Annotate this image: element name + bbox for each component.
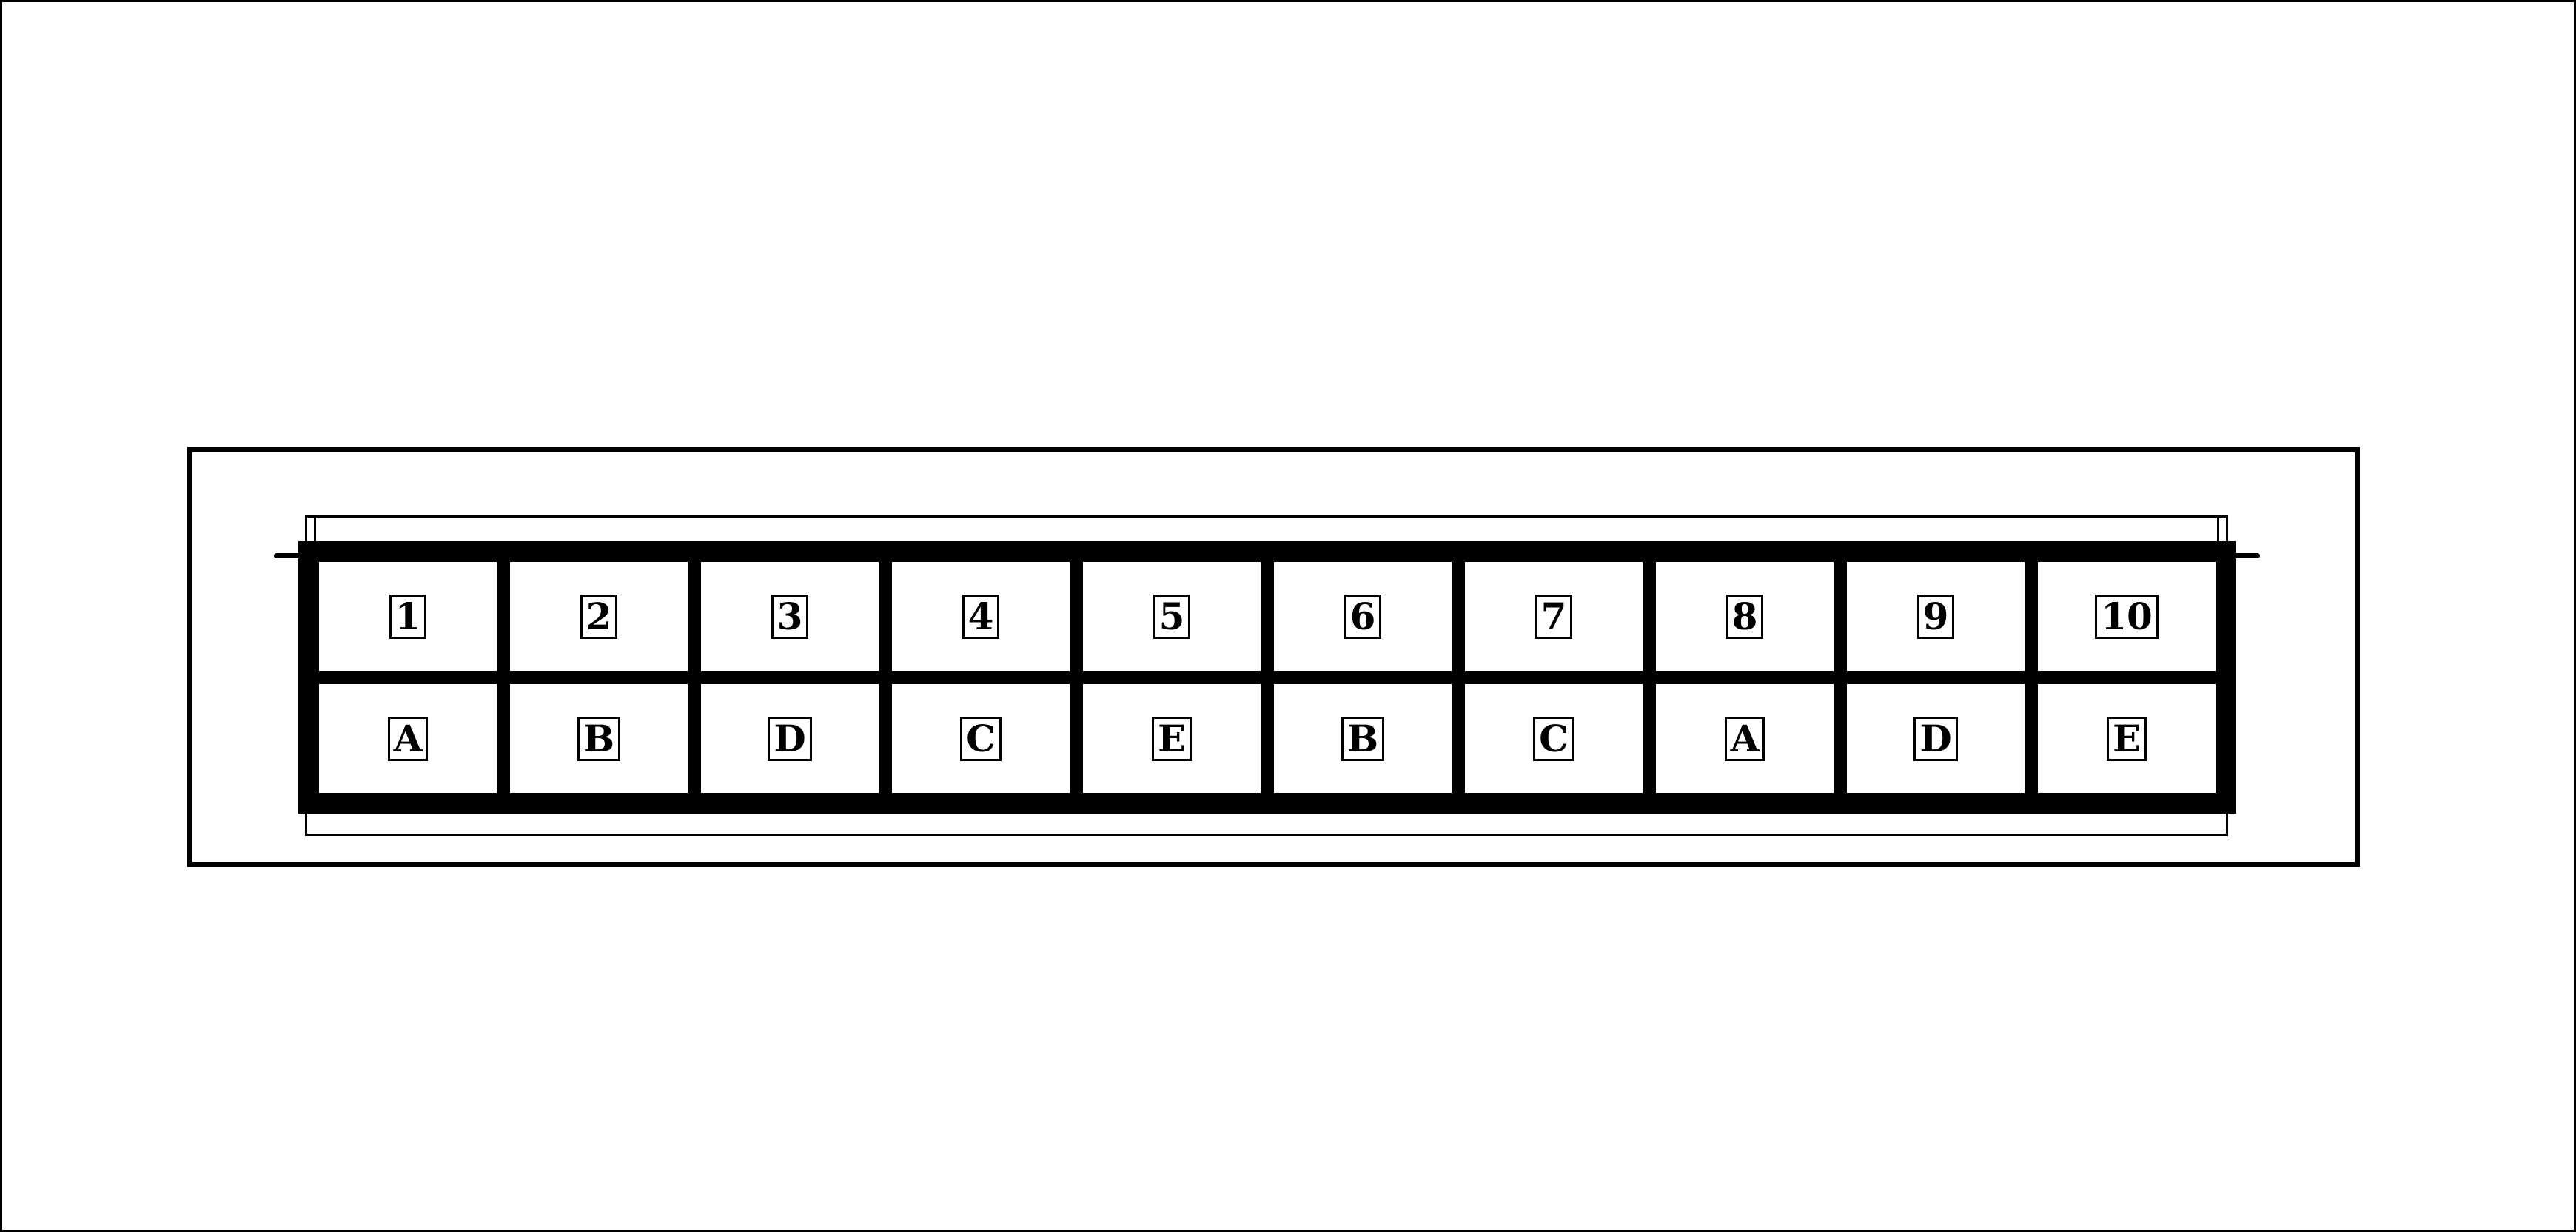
number-label: 7 [1534,594,1573,639]
number-label: 10 [2095,594,2159,639]
number-cell: 1 [306,549,510,684]
number-cell: 9 [1834,549,2038,684]
number-cell: 7 [1452,549,1656,684]
letter-cell: E [2025,671,2229,806]
letter-label: C [1533,716,1574,761]
number-row: 1 2 3 4 5 6 7 8 9 10 [306,549,2229,684]
left-lead-line [274,553,309,558]
number-label: 1 [389,594,427,639]
sequence-table: 1 2 3 4 5 6 7 8 9 10 A B D C E B C A D E [298,541,2236,814]
letter-cell: D [1834,671,2038,806]
letter-label: A [1724,716,1765,761]
letter-cell: C [1452,671,1656,806]
letter-label: B [1341,716,1385,761]
letter-row: A B D C E B C A D E [306,671,2229,806]
right-lead-line [2224,553,2260,558]
letter-cell: B [497,671,701,806]
letter-cell: A [1643,671,1847,806]
number-cell: 8 [1643,549,1847,684]
number-cell: 3 [688,549,892,684]
number-label: 5 [1153,594,1191,639]
number-label: 8 [1725,594,1764,639]
letter-label: E [1151,716,1193,761]
letter-label: E [2106,716,2147,761]
number-label: 3 [771,594,809,639]
letter-label: D [768,716,812,761]
letter-cell: B [1261,671,1465,806]
letter-cell: E [1070,671,1274,806]
number-cell: 4 [879,549,1083,684]
number-label: 4 [962,594,1000,639]
letter-cell: A [306,671,510,806]
diagram-canvas: 1 2 3 4 5 6 7 8 9 10 A B D C E B C A D E [0,0,2576,1232]
letter-label: B [577,716,621,761]
number-cell: 2 [497,549,701,684]
number-cell: 6 [1261,549,1465,684]
letter-cell: D [688,671,892,806]
number-label: 9 [1916,594,1955,639]
number-cell: 5 [1070,549,1274,684]
letter-label: C [960,716,1002,761]
number-label: 6 [1344,594,1382,639]
letter-cell: C [879,671,1083,806]
letter-label: D [1913,716,1958,761]
number-cell: 10 [2025,549,2229,684]
letter-label: A [387,716,429,761]
number-label: 2 [580,594,618,639]
